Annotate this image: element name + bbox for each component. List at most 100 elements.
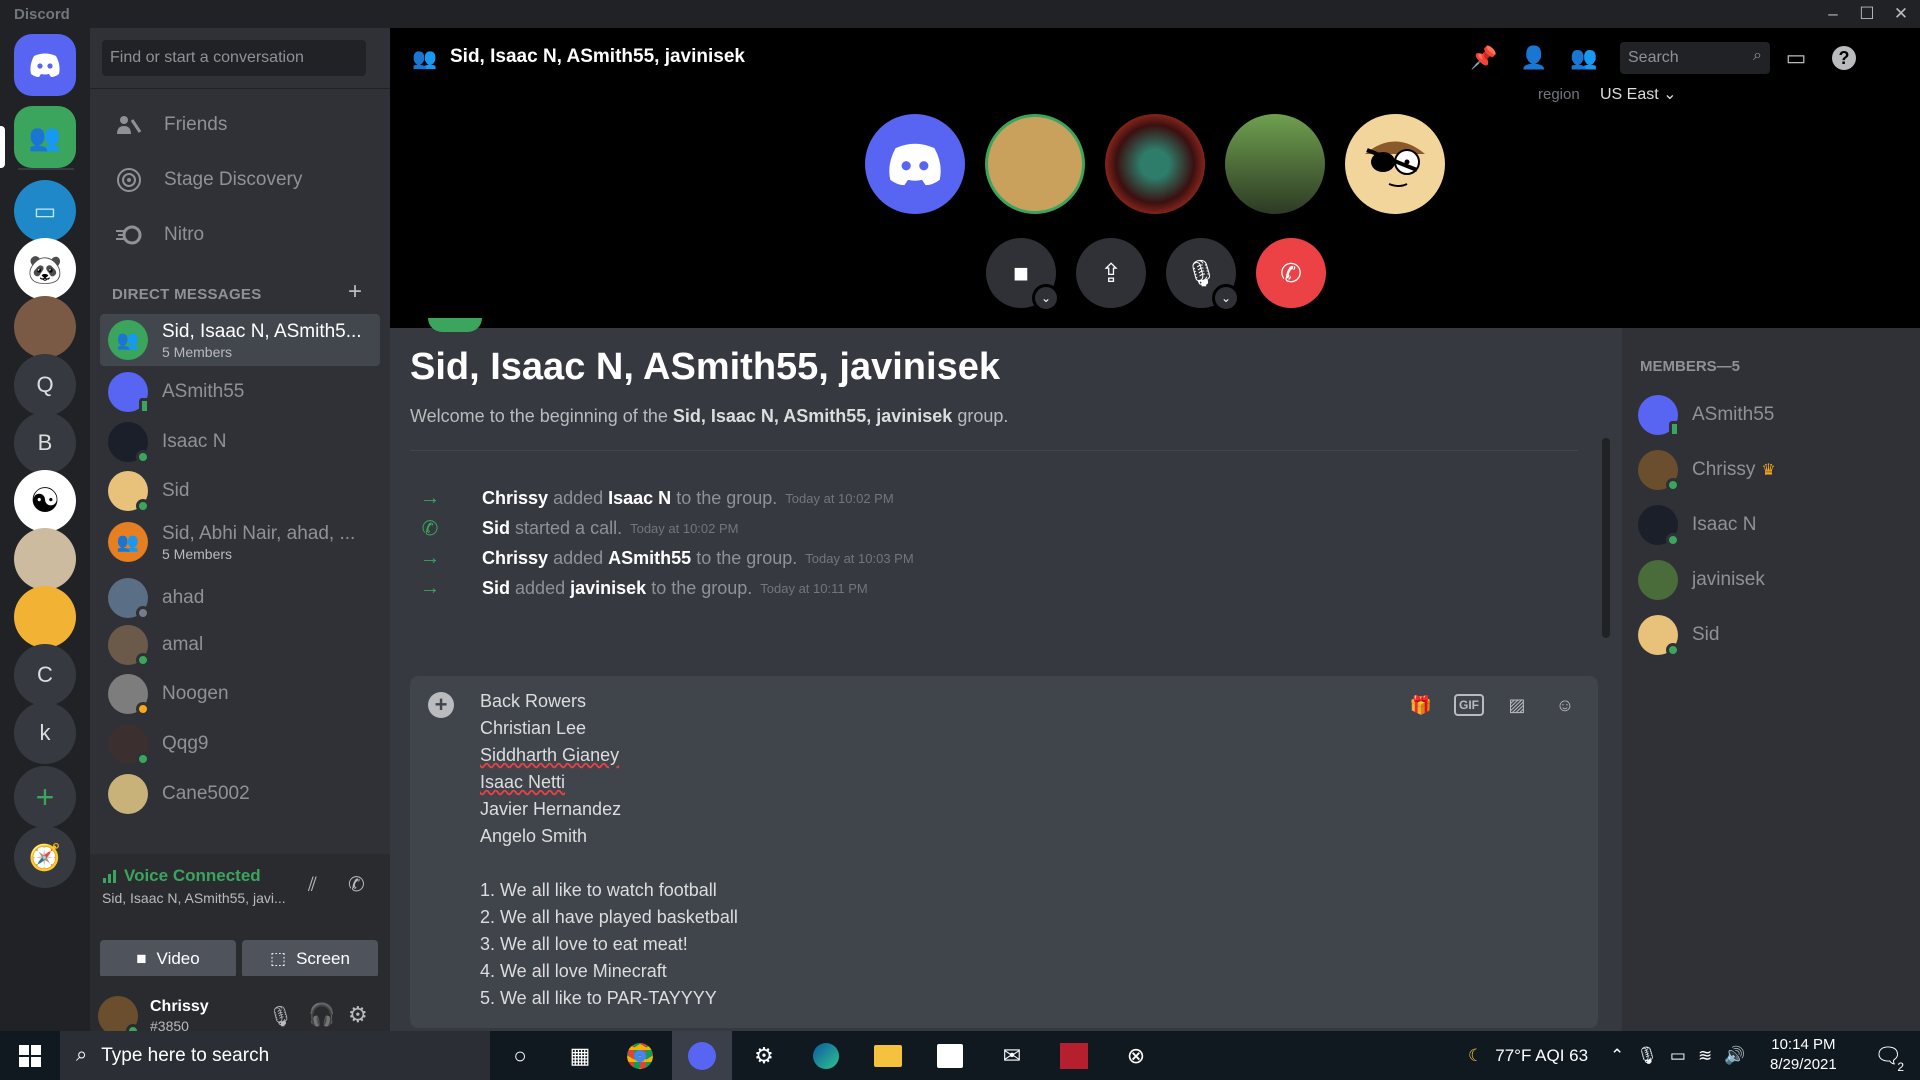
disconnect-icon[interactable]: ✆ xyxy=(348,872,365,897)
edge-icon[interactable] xyxy=(796,1031,856,1080)
explore-button[interactable]: 🧭 xyxy=(14,826,76,888)
clock[interactable]: 10:14 PM 8/29/2021 xyxy=(1770,1035,1837,1075)
mail-icon[interactable]: ✉ xyxy=(982,1031,1042,1080)
file-explorer-icon[interactable] xyxy=(858,1031,918,1080)
dm-item[interactable]: amal xyxy=(100,619,380,671)
windows-start-icon[interactable] xyxy=(0,1031,60,1080)
store-icon[interactable] xyxy=(920,1031,980,1080)
chevron-down-icon[interactable]: ⌄ xyxy=(1032,284,1060,312)
settings-gear-icon[interactable]: ⚙ xyxy=(348,1002,368,1028)
region-select[interactable]: US East ⌄ xyxy=(1600,84,1677,104)
actor[interactable]: Chrissy xyxy=(482,488,548,509)
member-item[interactable]: javinisek xyxy=(1638,555,1908,605)
chrome-icon[interactable] xyxy=(610,1031,670,1080)
find-conversation-input[interactable]: Find or start a conversation xyxy=(102,40,366,76)
sticker-icon[interactable]: ▨ xyxy=(1502,690,1532,720)
server-monitor[interactable]: ▭ xyxy=(14,180,76,242)
server-bowl[interactable] xyxy=(14,528,76,590)
dm-item[interactable]: ahad xyxy=(100,572,380,624)
game-app-icon[interactable] xyxy=(1044,1031,1104,1080)
dm-item[interactable]: Noogen xyxy=(100,668,380,720)
chevron-up-icon[interactable]: ⌃ xyxy=(1610,1046,1624,1066)
dm-item[interactable]: Isaac N xyxy=(100,416,380,468)
task-view-icon[interactable]: ▦ xyxy=(550,1031,610,1080)
inbox-icon[interactable]: ▭ xyxy=(1782,44,1810,72)
moon-weather-icon[interactable]: ☾ xyxy=(1468,1046,1483,1066)
member-item[interactable]: Isaac N xyxy=(1638,500,1908,550)
add-server-button[interactable]: + xyxy=(14,766,76,828)
group-call-guild[interactable]: 👥 xyxy=(14,106,76,168)
mute-button[interactable]: 🎙 ⌄ xyxy=(1166,238,1240,312)
weather-text[interactable]: 77°F AQI 63 xyxy=(1495,1046,1588,1066)
video-button[interactable]: ■ Video xyxy=(100,940,236,978)
dm-item[interactable]: 👥 Sid, Isaac N, ASmith5... 5 Members xyxy=(100,314,380,366)
member-item[interactable]: ASmith55 xyxy=(1638,390,1908,440)
wifi-icon[interactable]: ≋ xyxy=(1698,1046,1712,1066)
battery-icon[interactable]: ▭ xyxy=(1670,1046,1686,1066)
upload-plus-icon[interactable]: + xyxy=(428,692,454,718)
member-list-icon[interactable]: 👥 xyxy=(1570,44,1598,72)
nav-friends[interactable]: Friends xyxy=(100,101,380,149)
home-button[interactable] xyxy=(14,34,76,96)
voice-channel[interactable]: Sid, Isaac N, ASmith55, javi... xyxy=(102,890,286,906)
help-icon[interactable]: ? xyxy=(1832,46,1856,70)
actor[interactable]: Chrissy xyxy=(482,548,548,569)
participant-javinisek[interactable] xyxy=(1225,114,1325,214)
scrollbar[interactable] xyxy=(1602,438,1610,638)
dm-item[interactable]: Cane5002 xyxy=(100,768,380,820)
server-yinyang[interactable]: ☯ xyxy=(14,470,76,532)
maximize-button[interactable]: ☐ xyxy=(1850,0,1884,28)
target[interactable]: ASmith55 xyxy=(608,548,691,569)
server-panda[interactable]: 🐼 xyxy=(14,238,76,300)
participant-sid[interactable] xyxy=(1345,114,1445,214)
participant-isaac-n[interactable] xyxy=(1105,114,1205,214)
volume-icon[interactable]: 🔊 xyxy=(1724,1046,1745,1066)
server-k[interactable]: k xyxy=(14,702,76,764)
participant-discord[interactable] xyxy=(865,114,965,214)
gif-button[interactable]: GIF xyxy=(1454,694,1484,716)
camera-button[interactable]: ■ ⌄ xyxy=(986,238,1060,312)
search-input[interactable]: Search ⌕ xyxy=(1620,42,1770,74)
cortana-icon[interactable]: ○ xyxy=(490,1031,550,1080)
taskbar-search-input[interactable]: ⌕ Type here to search xyxy=(60,1031,490,1080)
dm-item[interactable]: Sid xyxy=(100,465,380,517)
noise-suppression-icon[interactable]: ⫽ xyxy=(308,874,317,897)
minimize-button[interactable]: – xyxy=(1816,0,1850,28)
microphone-tray-icon[interactable]: 🎙 xyxy=(1636,1046,1658,1066)
create-dm-icon[interactable]: + xyxy=(348,278,362,306)
gift-icon[interactable]: 🎁 xyxy=(1406,690,1436,720)
member-item[interactable]: Chrissy ♛ xyxy=(1638,445,1908,495)
dm-item[interactable]: ASmith55 xyxy=(100,366,380,418)
mic-icon[interactable]: 🎙 xyxy=(268,1004,293,1029)
server-person[interactable] xyxy=(14,296,76,358)
server-c[interactable]: C xyxy=(14,644,76,706)
dm-item[interactable]: 👥 Sid, Abhi Nair, ahad, ... 5 Members xyxy=(100,516,380,568)
participant-chrissy[interactable] xyxy=(985,114,1085,214)
actor[interactable]: Sid xyxy=(482,578,510,599)
user-avatar[interactable] xyxy=(98,996,140,1038)
composer-text[interactable]: Back Rowers Christian Lee Siddharth Gianey… xyxy=(480,688,738,1012)
server-yellow[interactable] xyxy=(14,586,76,648)
add-friend-icon[interactable]: 👤 xyxy=(1520,44,1548,72)
pin-icon[interactable]: 📌 xyxy=(1470,44,1498,72)
screen-share-call-button[interactable]: ⇪ xyxy=(1076,238,1146,308)
member-item[interactable]: Sid xyxy=(1638,610,1908,660)
server-q[interactable]: Q xyxy=(14,354,76,416)
emoji-icon[interactable]: ☺ xyxy=(1550,690,1580,720)
nav-stage-discovery[interactable]: Stage Discovery xyxy=(100,156,380,204)
screen-share-button[interactable]: ⬚ Screen xyxy=(242,940,378,978)
xbox-icon[interactable]: ⊗ xyxy=(1106,1031,1166,1080)
notification-center-icon[interactable]: 🗨 2 xyxy=(1858,1031,1918,1080)
server-b[interactable]: B xyxy=(14,412,76,474)
discord-taskbar-icon[interactable] xyxy=(672,1031,732,1080)
nav-nitro[interactable]: Nitro xyxy=(100,211,380,259)
target[interactable]: javinisek xyxy=(570,578,646,599)
actor[interactable]: Sid xyxy=(482,518,510,539)
hang-up-button[interactable]: ✆ xyxy=(1256,238,1326,308)
chevron-down-icon[interactable]: ⌄ xyxy=(1212,284,1240,312)
message-composer[interactable]: + Back Rowers Christian Lee Siddharth Gian… xyxy=(410,676,1598,1028)
headphones-icon[interactable]: 🎧 xyxy=(308,1002,335,1028)
dm-item[interactable]: Qqg9 xyxy=(100,718,380,770)
steam-icon[interactable]: ⚙ xyxy=(734,1031,794,1080)
target[interactable]: Isaac N xyxy=(608,488,671,509)
